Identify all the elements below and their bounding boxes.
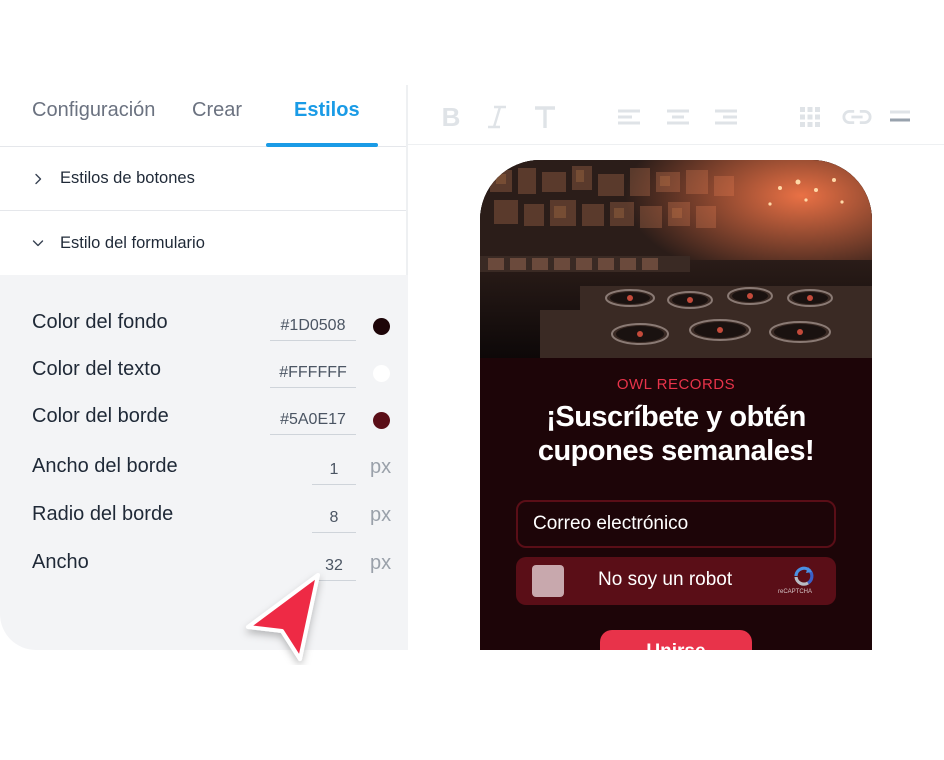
headline-line-2: cupones semanales! xyxy=(537,435,815,467)
accordion-form-style[interactable]: Estilo del formulario xyxy=(0,211,408,275)
recaptcha-brand: reCAPTCHA xyxy=(778,589,813,595)
form-headline: ¡Suscríbete y obtén cupones semanales! xyxy=(480,400,872,468)
record-store-image xyxy=(480,160,872,358)
divider-icon[interactable] xyxy=(885,102,915,132)
brand-name: OWL RECORDS xyxy=(616,376,736,393)
text-size-icon[interactable] xyxy=(530,102,560,132)
align-left-icon[interactable] xyxy=(614,102,644,132)
unit-label: px xyxy=(370,456,392,478)
background-color-input[interactable] xyxy=(270,311,356,341)
grid-icon[interactable] xyxy=(795,102,825,132)
background-color-row: Color del fondo xyxy=(0,303,408,343)
submit-button[interactable]: Unirse xyxy=(600,630,752,650)
align-right-icon[interactable] xyxy=(711,102,741,132)
border-color-input[interactable] xyxy=(270,405,356,435)
recaptcha-logo-icon xyxy=(794,566,814,586)
unit-label: px xyxy=(370,504,392,526)
settings-panel: Configuración Crear Estilos Estilos de b… xyxy=(0,85,408,650)
chevron-right-icon xyxy=(35,173,42,184)
bold-icon[interactable]: B xyxy=(436,102,466,132)
border-color-label: Color del borde xyxy=(32,405,169,427)
text-color-swatch[interactable] xyxy=(373,365,390,382)
border-radius-label: Radio del borde xyxy=(32,503,174,525)
accordion-button-styles[interactable]: Estilos de botones xyxy=(0,147,408,211)
accordion-label: Estilos de botones xyxy=(60,169,195,187)
border-radius-input[interactable] xyxy=(312,503,356,533)
background-color-swatch[interactable] xyxy=(373,318,390,335)
align-center-icon[interactable] xyxy=(663,102,693,132)
text-color-row: Color del texto xyxy=(0,350,408,390)
text-color-label: Color del texto xyxy=(32,358,161,380)
tab-configuracion[interactable]: Configuración xyxy=(32,99,155,122)
email-field[interactable] xyxy=(516,500,836,548)
border-radius-row: Radio del borde px xyxy=(0,495,408,535)
border-width-row: Ancho del borde px xyxy=(0,447,408,487)
italic-icon[interactable] xyxy=(482,102,512,132)
recaptcha-widget: No soy un robot reCAPTCHA xyxy=(516,557,836,605)
accordion-label: Estilo del formulario xyxy=(60,233,205,252)
form-preview: OWL RECORDS ¡Suscríbete y obtén cupones … xyxy=(480,160,872,650)
background-color-label: Color del fondo xyxy=(32,311,168,333)
border-width-input[interactable] xyxy=(312,455,356,485)
border-color-row: Color del borde xyxy=(0,397,408,437)
tab-crear[interactable]: Crear xyxy=(192,99,242,122)
recaptcha-label: No soy un robot xyxy=(598,569,733,590)
unit-label: px xyxy=(370,552,392,574)
recaptcha-checkbox[interactable] xyxy=(532,565,564,597)
tab-estilos[interactable]: Estilos xyxy=(294,99,360,122)
border-width-label: Ancho del borde xyxy=(32,455,178,477)
cursor-arrow-icon xyxy=(246,573,320,661)
toolbar-divider xyxy=(408,144,944,145)
chevron-down-icon xyxy=(32,240,44,247)
headline-line-1: ¡Suscríbete y obtén xyxy=(546,401,806,433)
tab-bar: Configuración Crear Estilos xyxy=(0,85,408,147)
width-label: Ancho xyxy=(32,551,89,573)
border-color-swatch[interactable] xyxy=(373,412,390,429)
link-icon[interactable] xyxy=(842,102,872,132)
text-color-input[interactable] xyxy=(270,358,356,388)
panel-divider xyxy=(406,85,408,275)
width-row: Ancho px xyxy=(0,543,408,583)
